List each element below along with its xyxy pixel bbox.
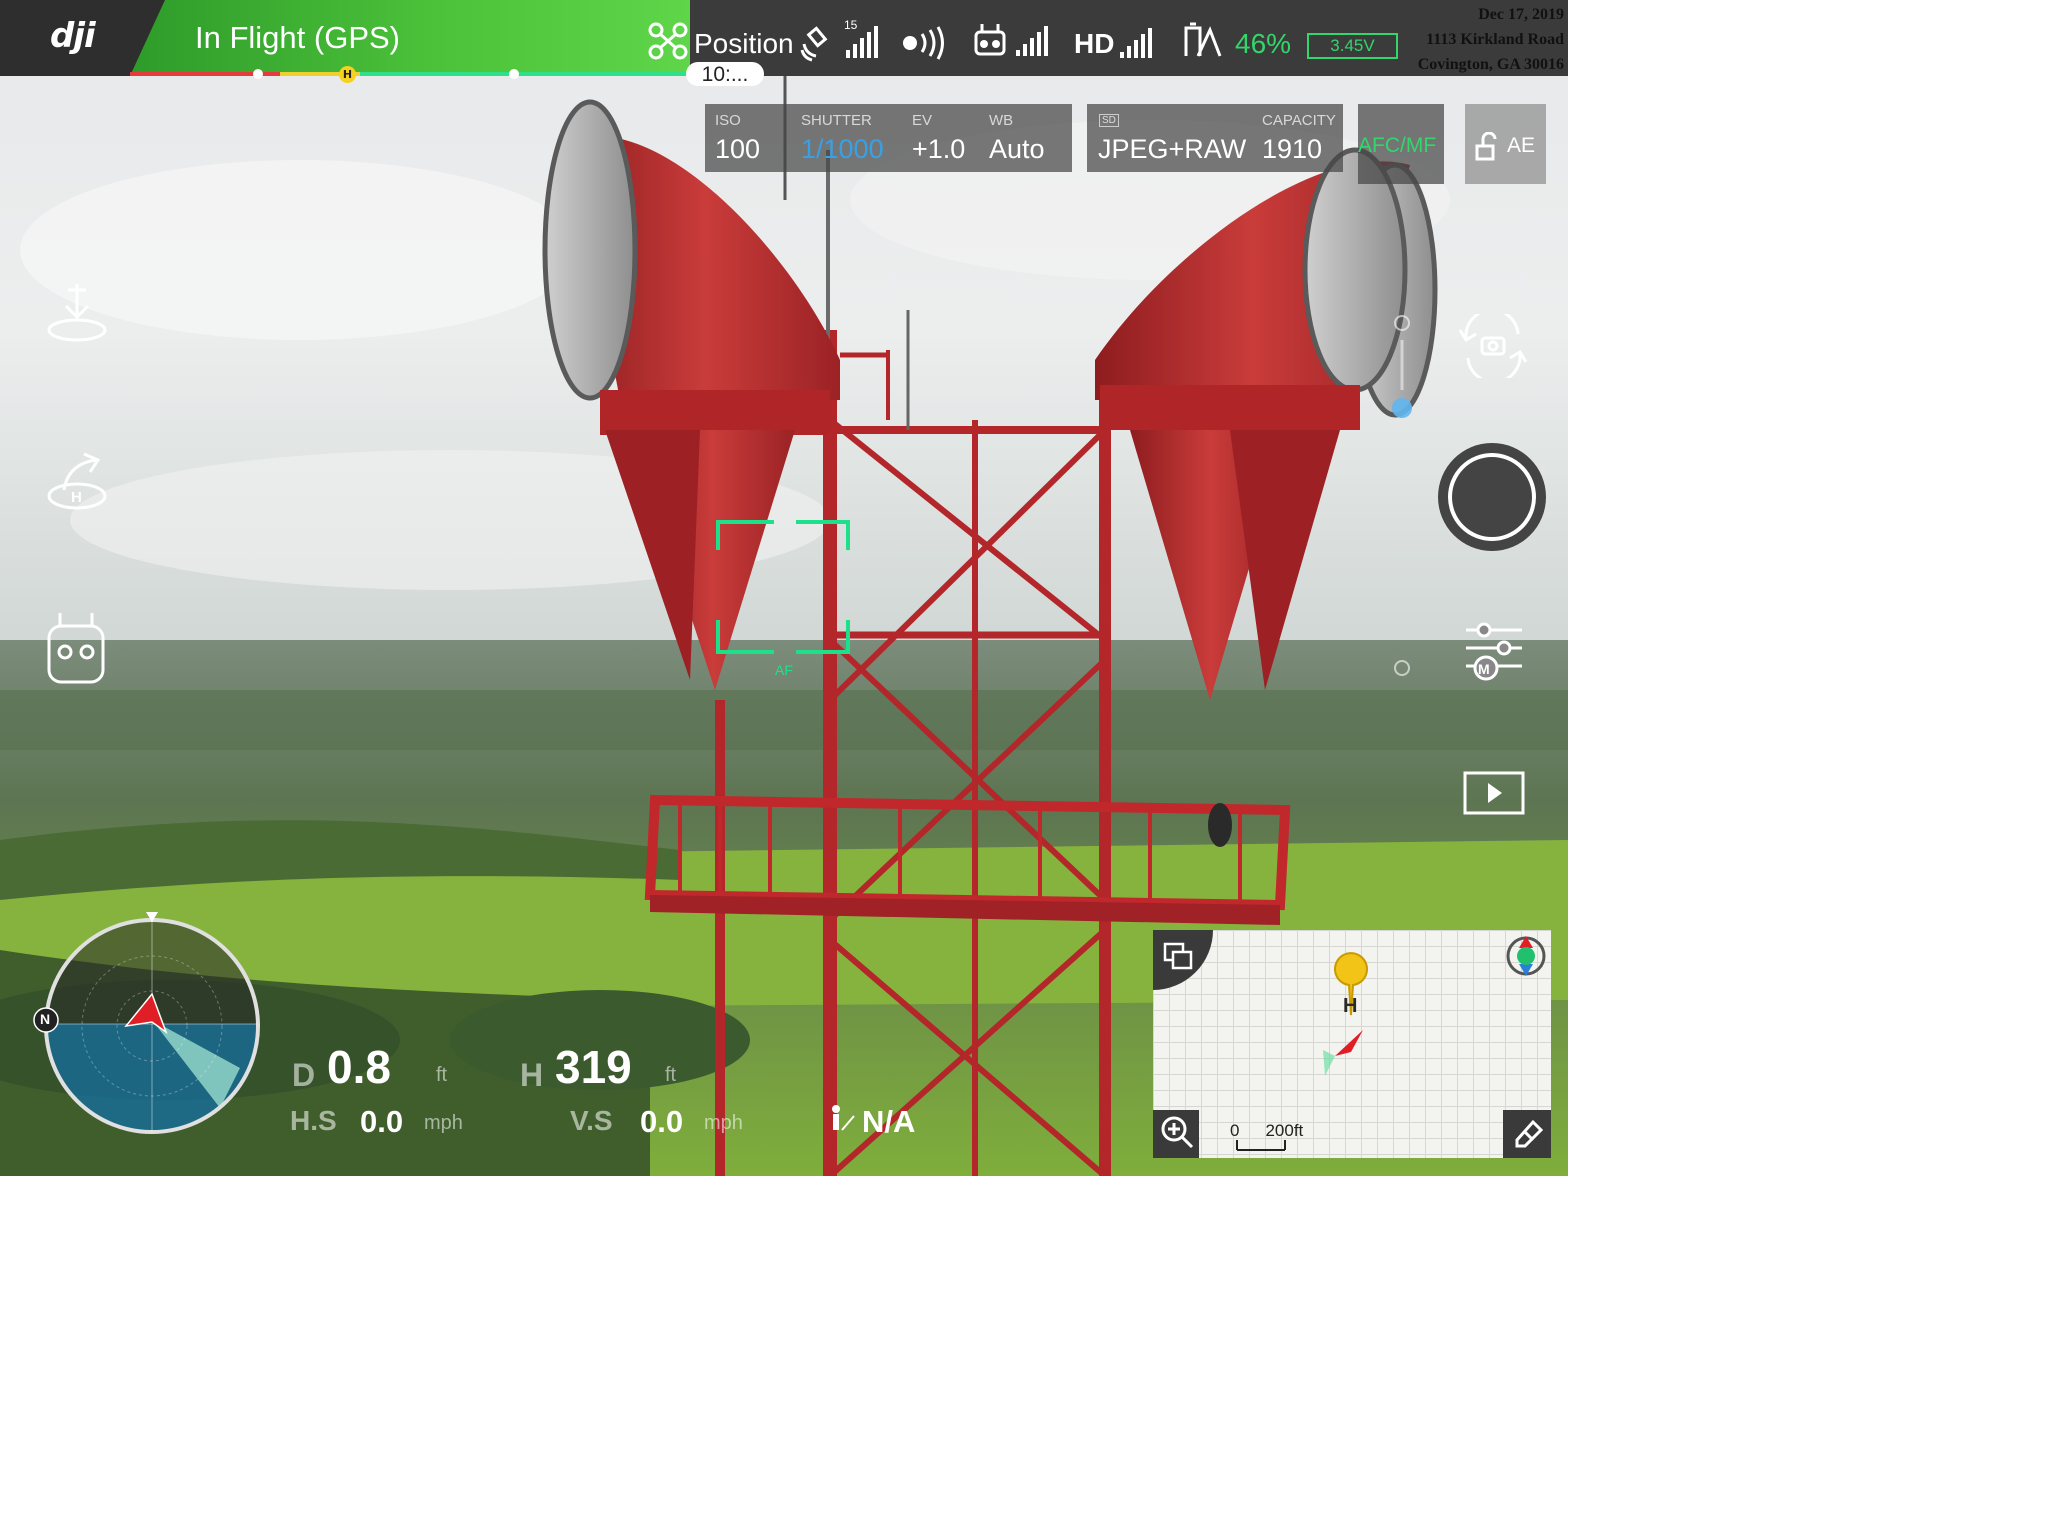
intelligent-flight-icon[interactable] <box>46 610 108 686</box>
flight-mode-text[interactable]: Position <box>694 28 794 60</box>
low-battery-marker <box>253 69 263 79</box>
map-scale-start: 0 <box>1230 1121 1240 1140</box>
map-expand-icon[interactable] <box>1161 940 1197 974</box>
sd-card-icon: SD <box>1099 114 1119 127</box>
ae-lock-button[interactable]: AE <box>1465 104 1546 184</box>
shutter-button[interactable] <box>1438 443 1546 551</box>
horizontal-speed-value: 0.0 <box>360 1104 404 1139</box>
vertical-speed-unit: mph <box>704 1112 743 1134</box>
top-status-bar: dji In Flight (GPS) H 10:... Position 15… <box>0 0 1568 86</box>
gimbal-slider-bottom-stop <box>1394 660 1410 676</box>
drone-mode-icon <box>648 22 688 60</box>
shutter-ring <box>1448 453 1536 541</box>
exposure-settings-panel[interactable]: ISO 100 SHUTTER 1/1000 EV +1.0 WB Auto <box>705 104 1072 172</box>
af-focus-box[interactable] <box>716 520 852 656</box>
battery-percentage: 46% <box>1235 28 1292 59</box>
height-unit: ft <box>665 1064 677 1086</box>
height-label: H <box>520 1057 544 1093</box>
ae-label: AE <box>1507 134 1536 157</box>
gimbal-pitch-slider[interactable] <box>1392 310 1414 430</box>
return-to-home-icon[interactable]: H <box>44 450 110 512</box>
shutter-label: SHUTTER <box>801 112 872 129</box>
svg-text:H: H <box>1343 995 1357 1017</box>
af-label: AF <box>775 662 793 678</box>
unlock-icon <box>1475 132 1497 161</box>
home-return-marker: H <box>339 66 356 83</box>
playback-icon[interactable] <box>1462 770 1526 818</box>
distance-value: 0.8 <box>327 1041 391 1093</box>
wb-value: Auto <box>989 134 1045 164</box>
obstacle-sensing-icon[interactable] <box>900 26 948 60</box>
distance-label: D <box>292 1057 316 1093</box>
ev-value: +1.0 <box>912 134 966 164</box>
dji-logo: dji <box>50 16 96 56</box>
iso-value: 100 <box>715 134 761 164</box>
battery-icon[interactable] <box>1180 20 1222 60</box>
focus-mode-button[interactable]: AFC/MF <box>1358 104 1444 184</box>
battery-level-marker <box>509 69 519 79</box>
video-signal-icon <box>1120 28 1152 58</box>
camera-settings-icon[interactable]: M <box>1464 620 1524 682</box>
focus-mode-label: AFC/MF <box>1358 134 1437 157</box>
battery-flight-time-bar <box>130 72 690 76</box>
iso-label: ISO <box>715 112 741 129</box>
date-location-stamp: Dec 17, 2019 1113 Kirkland Road Covingto… <box>1418 2 1564 77</box>
remote-signal-icon[interactable] <box>972 20 1052 60</box>
shutter-value: 1/1000 <box>801 134 884 164</box>
capacity-label: CAPACITY <box>1262 112 1336 129</box>
horizontal-speed-unit: mph <box>424 1112 463 1134</box>
map-scale-label: 0 200ft <box>1230 1121 1303 1141</box>
remaining-flight-time: 10:... <box>686 62 764 86</box>
stamp-date: Dec 17, 2019 <box>1478 6 1564 23</box>
map-orientation-icon[interactable] <box>1503 932 1549 980</box>
compass-north-label: N <box>40 1011 51 1027</box>
flight-status-text: In Flight (GPS) <box>195 20 400 55</box>
map-clear-path-icon[interactable] <box>1509 1114 1547 1152</box>
vision-positioning-value: N/A <box>862 1104 916 1139</box>
attitude-compass[interactable] <box>30 908 270 1140</box>
video-link-label[interactable]: HD <box>1074 28 1114 60</box>
svg-text:M: M <box>1478 661 1490 677</box>
storage-settings-panel[interactable]: SD CAPACITY JPEG+RAW 1910 <box>1087 104 1343 172</box>
stamp-address-line1: 1113 Kirkland Road <box>1426 31 1564 48</box>
map-overlay: H <box>1153 930 1551 1158</box>
vision-positioning-icon <box>832 1105 855 1131</box>
svg-text:H: H <box>71 489 82 506</box>
height-value: 319 <box>555 1041 632 1093</box>
stamp-address-line2: Covington, GA 30016 <box>1417 56 1564 73</box>
map-scale-end: 200ft <box>1265 1121 1304 1140</box>
gps-satellite-icon[interactable] <box>800 22 880 62</box>
map-zoom-icon[interactable] <box>1159 1114 1195 1152</box>
wb-label: WB <box>989 112 1014 129</box>
takeoff-landing-icon[interactable] <box>44 282 110 344</box>
ev-label: EV <box>912 112 933 129</box>
vertical-speed-value: 0.0 <box>640 1104 684 1139</box>
gps-satellite-count: 15 <box>844 18 858 32</box>
vertical-speed-label: V.S <box>570 1105 613 1136</box>
mini-map[interactable]: H <box>1153 930 1551 1158</box>
photo-video-switch-icon[interactable] <box>1456 314 1530 378</box>
image-format: JPEG+RAW <box>1098 134 1247 164</box>
capacity-value: 1910 <box>1262 134 1323 164</box>
battery-voltage: 3.45V <box>1307 33 1398 59</box>
horizontal-speed-label: H.S <box>290 1105 337 1136</box>
distance-unit: ft <box>436 1064 448 1086</box>
